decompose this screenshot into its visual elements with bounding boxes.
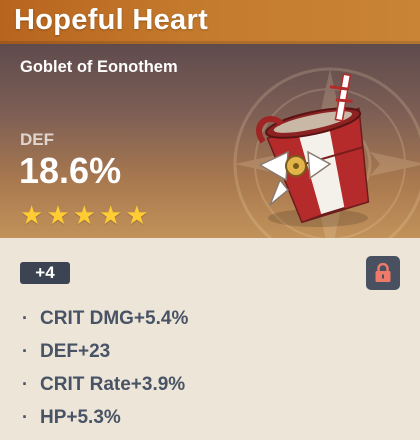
substat-item: · HP+5.3% [22,401,188,434]
artifact-type: Goblet of Eonothem [20,58,178,76]
bullet-icon: · [22,308,28,328]
artifact-name: Hopeful Heart [14,4,209,36]
star-icon: ★ [20,200,44,230]
substat-item: · CRIT DMG+5.4% [22,302,188,335]
lock-button[interactable] [366,256,400,290]
star-icon: ★ [125,200,149,230]
substat-text: CRIT Rate+3.9% [40,373,186,395]
bullet-icon: · [22,374,28,394]
lock-icon [375,263,391,282]
bullet-icon: · [22,407,28,427]
substat-text: CRIT DMG+5.4% [40,307,189,329]
goblet-image [256,73,370,227]
title-bar: Hopeful Heart [0,0,420,44]
substat-item: · CRIT Rate+3.9% [22,368,188,401]
rarity-stars: ★ ★ ★ ★ ★ [20,202,149,228]
substat-item: · DEF+23 [22,335,188,368]
substat-text: HP+5.3% [40,406,121,428]
artifact-header: Goblet of Eonothem DEF 18.6% ★ ★ ★ ★ ★ [0,44,420,238]
star-icon: ★ [46,200,70,230]
bullet-icon: · [22,341,28,361]
artifact-card: Hopeful Heart Goblet of Eonothem DEF 18.… [0,0,420,440]
main-stat-value: 18.6% [19,150,122,191]
artifact-level-badge: +4 [20,262,70,284]
substat-text: DEF+23 [40,340,111,362]
star-icon: ★ [72,200,96,230]
main-stat-name: DEF [20,130,54,149]
star-icon: ★ [98,200,123,230]
substat-list: · CRIT DMG+5.4% · DEF+23 · CRIT Rate+3.9… [22,302,188,434]
